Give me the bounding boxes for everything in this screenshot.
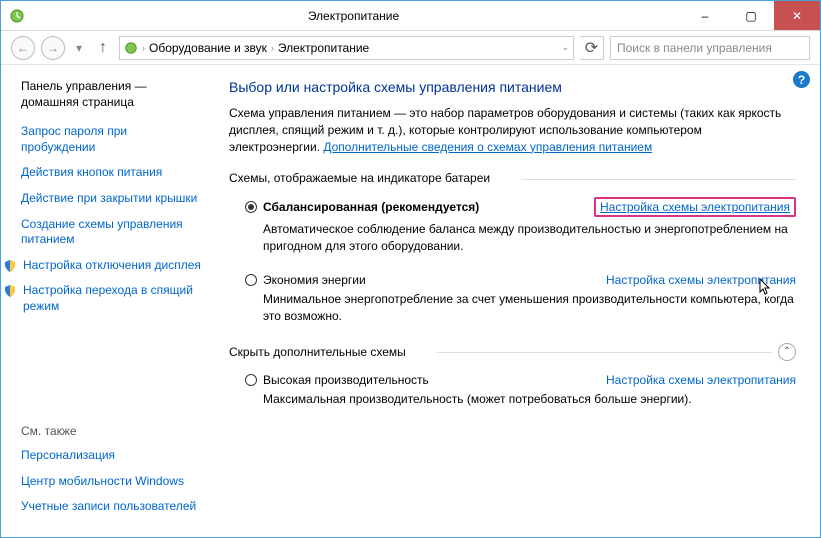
sidebar-link-lid[interactable]: Действие при закрытии крышки <box>21 191 201 207</box>
group-label-battery: Схемы, отображаемые на индикаторе батаре… <box>229 171 515 185</box>
group-label-additional: Скрыть дополнительные схемы <box>229 345 431 359</box>
history-dropdown[interactable]: ▾ <box>71 36 87 60</box>
sidebar-link-accounts[interactable]: Учетные записи пользователей <box>21 499 201 515</box>
intro-link[interactable]: Дополнительные сведения о схемах управле… <box>323 140 652 154</box>
window-controls: – ▢ ✕ <box>682 1 820 30</box>
plan-saver-desc: Минимальное энергопотребление за счет ум… <box>263 291 796 325</box>
search-input[interactable]: Поиск в панели управления <box>610 36 810 60</box>
maximize-button[interactable]: ▢ <box>728 1 774 30</box>
search-placeholder: Поиск в панели управления <box>617 41 772 55</box>
chevron-right-icon: › <box>271 43 274 53</box>
see-also-section: См. также Персонализация Центр мобильнос… <box>21 424 201 525</box>
radio-icon <box>245 274 257 286</box>
sidebar: Панель управления — домашняя страница За… <box>1 65 211 537</box>
battery-plans-group: Схемы, отображаемые на индикаторе батаре… <box>229 171 796 185</box>
plan-high-perf-desc: Максимальная производительность (может п… <box>263 391 796 408</box>
sidebar-link-mobility[interactable]: Центр мобильности Windows <box>21 474 201 490</box>
minimize-button[interactable]: – <box>682 1 728 30</box>
power-options-icon <box>9 8 25 24</box>
radio-balanced[interactable]: Сбалансированная (рекомендуется) <box>245 200 479 214</box>
shield-icon <box>3 284 17 298</box>
sidebar-link-password[interactable]: Запрос пароля при пробуждении <box>21 124 201 155</box>
control-panel-home[interactable]: Панель управления — домашняя страница <box>21 79 201 110</box>
plan-balanced-desc: Автоматическое соблюдение баланса между … <box>263 221 796 255</box>
change-plan-high-perf-link[interactable]: Настройка схемы электропитания <box>606 373 796 387</box>
collapse-button[interactable]: ⌃ <box>778 343 796 361</box>
sidebar-link-personalization[interactable]: Персонализация <box>21 448 201 464</box>
breadcrumb-root-icon[interactable]: › <box>124 41 145 55</box>
radio-icon <box>245 201 257 213</box>
plan-balanced-label: Сбалансированная (рекомендуется) <box>263 200 479 214</box>
plan-high-perf: Высокая производительность Настройка схе… <box>245 373 796 408</box>
window-title: Электропитание <box>25 9 682 23</box>
content: Панель управления — домашняя страница За… <box>1 65 820 537</box>
change-plan-balanced-link[interactable]: Настройка схемы электропитания <box>594 197 796 217</box>
change-plan-saver-link[interactable]: Настройка схемы электропитания <box>606 273 796 287</box>
main-panel: ? Выбор или настройка схемы управления п… <box>211 65 820 537</box>
plan-saver-label: Экономия энергии <box>263 273 366 287</box>
intro-text: Схема управления питанием — это набор па… <box>229 105 796 155</box>
sidebar-link-sleep[interactable]: Настройка перехода в спящий режим <box>3 283 201 314</box>
sidebar-link-display-off[interactable]: Настройка отключения дисплея <box>3 258 201 274</box>
additional-plans-group: Скрыть дополнительные схемы ⌃ <box>229 343 796 361</box>
breadcrumb-item-power[interactable]: Электропитание <box>278 41 369 55</box>
breadcrumb[interactable]: › Оборудование и звук › Электропитание ⌄ <box>119 36 574 60</box>
radio-high-perf[interactable]: Высокая производительность <box>245 373 429 387</box>
radio-saver[interactable]: Экономия энергии <box>245 273 366 287</box>
titlebar: Электропитание – ▢ ✕ <box>1 1 820 31</box>
refresh-button[interactable]: ⟳ <box>580 36 604 60</box>
sidebar-link-buttons[interactable]: Действия кнопок питания <box>21 165 201 181</box>
plan-balanced: Сбалансированная (рекомендуется) Настрой… <box>245 197 796 255</box>
plan-high-perf-label: Высокая производительность <box>263 373 429 387</box>
page-title: Выбор или настройка схемы управления пит… <box>229 79 796 95</box>
help-icon[interactable]: ? <box>793 71 810 88</box>
shield-icon <box>3 259 17 273</box>
breadcrumb-dropdown-icon[interactable]: ⌄ <box>561 42 569 53</box>
breadcrumb-item-hardware[interactable]: Оборудование и звук <box>149 41 267 55</box>
radio-icon <box>245 374 257 386</box>
up-button[interactable]: ↑ <box>93 38 113 58</box>
close-button[interactable]: ✕ <box>774 1 820 30</box>
navbar: ← → ▾ ↑ › Оборудование и звук › Электроп… <box>1 31 820 65</box>
see-also-heading: См. также <box>21 424 201 438</box>
back-button[interactable]: ← <box>11 36 35 60</box>
plan-saver: Экономия энергии Настройка схемы электро… <box>245 273 796 325</box>
forward-button[interactable]: → <box>41 36 65 60</box>
sidebar-link-create-plan[interactable]: Создание схемы управления питанием <box>21 217 201 248</box>
